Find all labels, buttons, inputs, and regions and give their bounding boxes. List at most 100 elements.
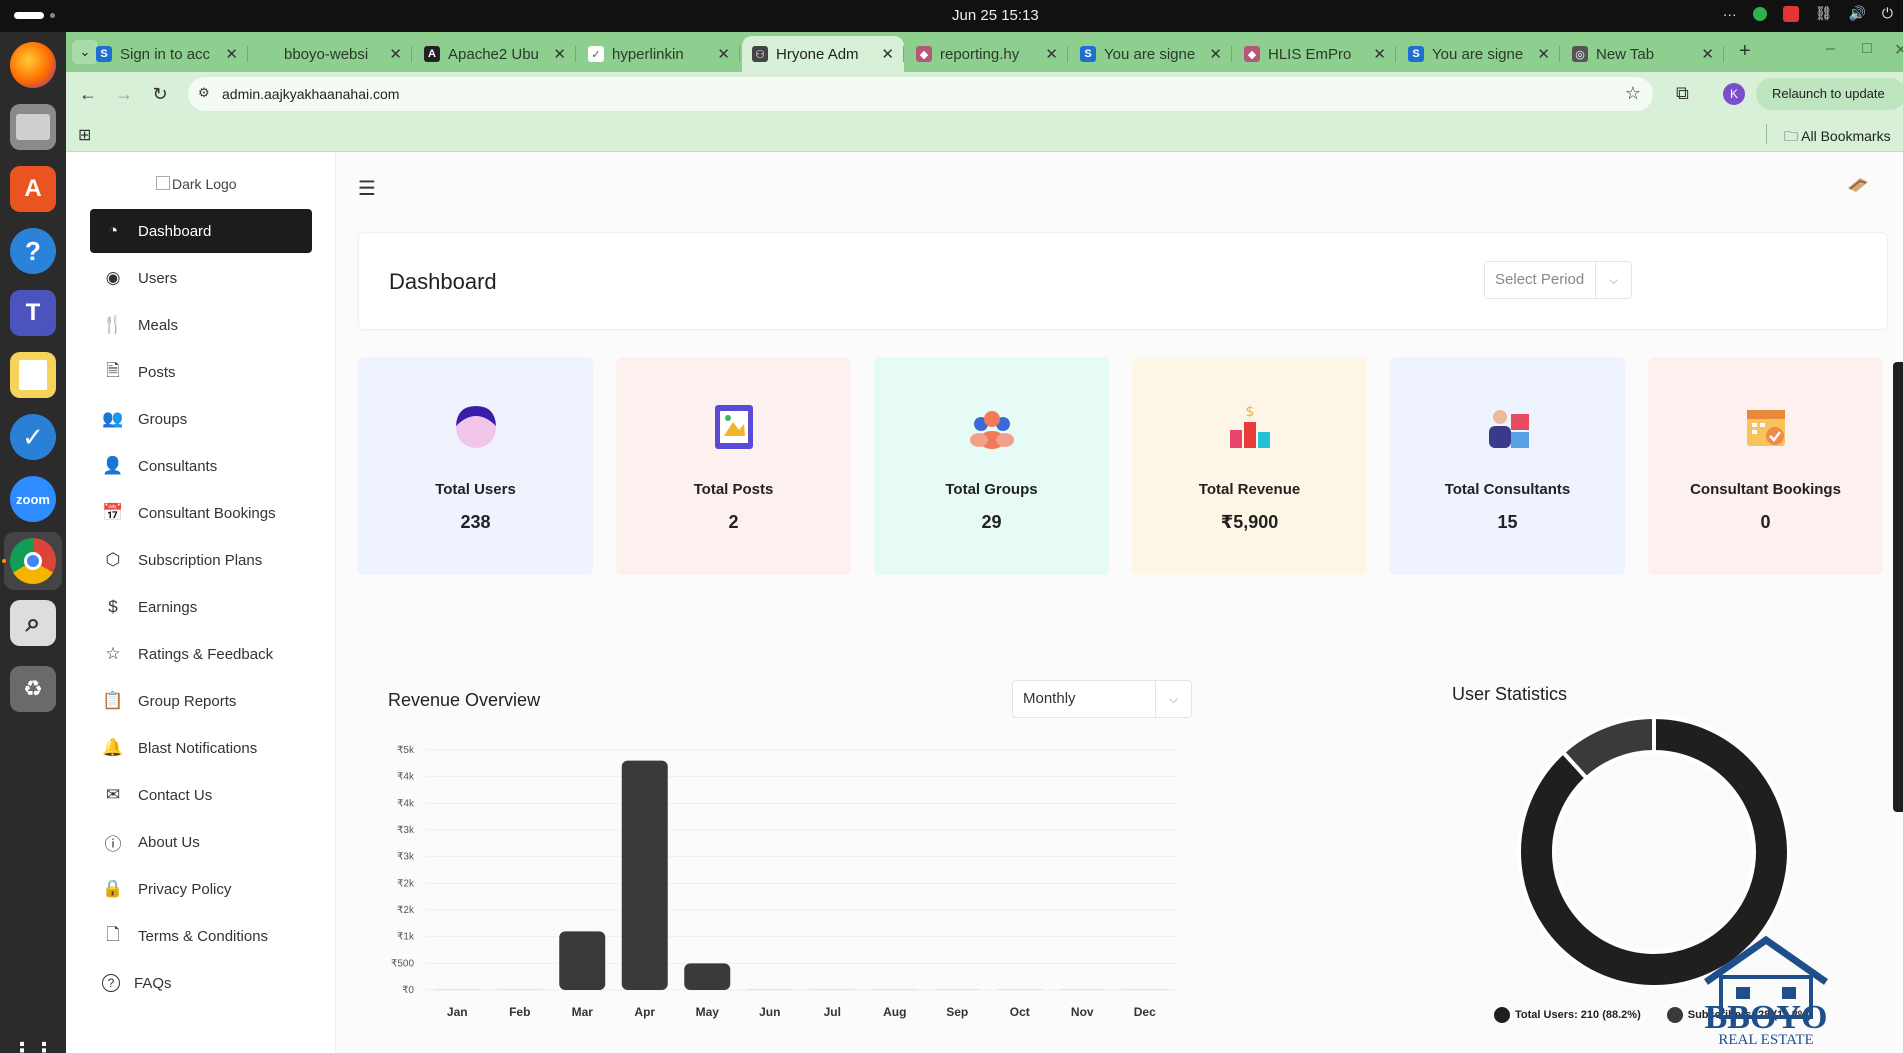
bar-mar[interactable]: [559, 931, 606, 990]
stat-card[interactable]: Consultant Bookings 0: [1648, 357, 1883, 575]
select-period-dropdown[interactable]: Select Period ⌵: [1484, 261, 1632, 299]
bar-apr[interactable]: [621, 760, 668, 990]
sidebar-item-consultants[interactable]: 👤 Consultants: [90, 444, 312, 488]
firefox-icon[interactable]: [10, 42, 56, 88]
extensions-icon[interactable]: ⧉: [1676, 83, 1689, 104]
teams-icon[interactable]: T: [10, 290, 56, 336]
back-icon[interactable]: ←: [76, 82, 100, 106]
browser-tab[interactable]: bboyo-websi ✕: [250, 36, 412, 72]
network-icon[interactable]: ⛓: [1815, 5, 1833, 22]
browser-tab[interactable]: A Apache2 Ubu ✕: [414, 36, 576, 72]
minimize-icon[interactable]: –: [1826, 40, 1835, 58]
tab-close-icon[interactable]: ✕: [225, 45, 238, 63]
dark-logo[interactable]: Dark Logo: [156, 176, 237, 192]
sidebar-item-subscription-plans[interactable]: ⬡ Subscription Plans: [90, 538, 312, 582]
bar-jul[interactable]: [809, 989, 856, 990]
relaunch-button[interactable]: Relaunch to update: [1756, 78, 1903, 110]
sidebar-item-about-us[interactable]: ⓘ About Us: [90, 820, 312, 864]
stat-card[interactable]: Total Consultants 15: [1390, 357, 1625, 575]
sidebar-item-meals[interactable]: 🍴 Meals: [90, 303, 312, 347]
sidebar-item-consultant-bookings[interactable]: 📅 Consultant Bookings: [90, 491, 312, 535]
show-apps-icon[interactable]: ⋮⋮: [10, 1028, 56, 1053]
power-icon[interactable]: ⏻: [1882, 5, 1893, 22]
browser-tab[interactable]: S Sign in to acc ✕: [86, 36, 248, 72]
record-icon[interactable]: [1782, 5, 1799, 22]
new-tab-button[interactable]: +: [1739, 40, 1751, 63]
user-avatar-icon[interactable]: [1846, 174, 1870, 194]
tab-close-icon[interactable]: ✕: [1373, 45, 1386, 63]
bar-aug[interactable]: [871, 989, 918, 990]
stat-card[interactable]: Total Users 238: [358, 357, 593, 575]
forward-icon[interactable]: →: [112, 82, 136, 106]
site-info-icon[interactable]: ⚙: [198, 85, 216, 103]
tab-close-icon[interactable]: ✕: [1537, 45, 1550, 63]
bar-dec[interactable]: [1121, 989, 1168, 990]
tasks-icon[interactable]: ✓: [10, 414, 56, 460]
sidebar-item-earnings[interactable]: $ Earnings: [90, 585, 312, 629]
apps-grid-icon[interactable]: ⊞: [78, 125, 91, 145]
bar-feb[interactable]: [496, 989, 543, 990]
browser-tab[interactable]: ✓ hyperlinkin ✕: [578, 36, 740, 72]
sidebar-item-privacy-policy[interactable]: 🔒 Privacy Policy: [90, 867, 312, 911]
zoom-icon[interactable]: zoom: [10, 476, 56, 522]
url-text[interactable]: admin.aajkyakhaanahai.com: [222, 86, 399, 102]
trash-icon[interactable]: ♻: [10, 666, 56, 712]
sidebar-item-users[interactable]: ◉ Users: [90, 256, 312, 300]
stat-card[interactable]: Total Posts 2: [616, 357, 851, 575]
sidebar-item-groups[interactable]: 👥 Groups: [90, 397, 312, 441]
sidebar-item-ratings-feedback[interactable]: ☆ Ratings & Feedback: [90, 632, 312, 676]
sidebar-item-terms-conditions[interactable]: 🗋 Terms & Conditions: [90, 914, 312, 958]
tab-close-icon[interactable]: ✕: [881, 45, 894, 63]
bar-jan[interactable]: [434, 989, 481, 990]
profile-avatar[interactable]: K: [1723, 83, 1745, 105]
sidebar-item-dashboard[interactable]: ◔ Dashboard: [90, 209, 312, 253]
tab-close-icon[interactable]: ✕: [1045, 45, 1058, 63]
search-icon[interactable]: ⌕: [10, 600, 56, 646]
app-center-icon[interactable]: A: [10, 166, 56, 212]
bar-may[interactable]: [684, 963, 731, 990]
close-window-icon[interactable]: ✕: [1894, 40, 1903, 60]
bookmark-star-icon[interactable]: ☆: [1625, 83, 1641, 104]
more-icon[interactable]: ···: [1723, 6, 1737, 22]
browser-tab[interactable]: ⚇ Hryone Adm ✕: [742, 36, 904, 72]
clock[interactable]: Jun 25 15:13: [952, 7, 1039, 24]
tab-close-icon[interactable]: ✕: [1701, 45, 1714, 63]
volume-icon[interactable]: 🔊: [1848, 5, 1865, 22]
browser-tab[interactable]: ◆ HLIS EmPro ✕: [1234, 36, 1396, 72]
tab-close-icon[interactable]: ✕: [1209, 45, 1222, 63]
browser-tab[interactable]: S You are signe ✕: [1070, 36, 1232, 72]
stat-card[interactable]: Total Groups 29: [874, 357, 1109, 575]
tab-close-icon[interactable]: ✕: [389, 45, 402, 63]
stat-card[interactable]: $ Total Revenue ₹5,900: [1132, 357, 1367, 575]
sidebar-item-group-reports[interactable]: 📋 Group Reports: [90, 679, 312, 723]
address-bar[interactable]: ⚙ admin.aajkyakhaanahai.com ☆: [188, 77, 1653, 111]
bar-nov[interactable]: [1059, 989, 1106, 990]
sidebar-item-faqs[interactable]: ? FAQs: [90, 961, 312, 1005]
bar-oct[interactable]: [996, 989, 1043, 990]
text-editor-icon[interactable]: [10, 352, 56, 398]
legend-item[interactable]: Total Users: 210 (88.2%): [1494, 1007, 1641, 1023]
files-icon[interactable]: [10, 104, 56, 150]
donut-slice-1[interactable]: [1560, 714, 1656, 781]
system-tray[interactable]: ··· ⛓ 🔊 ⏻: [1723, 5, 1893, 22]
tab-close-icon[interactable]: ✕: [717, 45, 730, 63]
all-bookmarks-button[interactable]: 🗀 All Bookmarks: [1784, 126, 1891, 150]
reload-icon[interactable]: ↻: [148, 82, 172, 106]
side-drawer-handle[interactable]: [1893, 362, 1903, 812]
browser-tab[interactable]: ◎ New Tab ✕: [1562, 36, 1724, 72]
chrome-icon[interactable]: [10, 538, 56, 584]
tab-close-icon[interactable]: ✕: [553, 45, 566, 63]
bar-sep[interactable]: [934, 989, 981, 990]
sidebar-item-posts[interactable]: 🗎 Posts: [90, 350, 312, 394]
bar-jun[interactable]: [746, 989, 793, 990]
sidebar-item-blast-notifications[interactable]: 🔔 Blast Notifications: [90, 726, 312, 770]
activities-button[interactable]: [14, 12, 55, 19]
browser-tab[interactable]: ◆ reporting.hy ✕: [906, 36, 1068, 72]
hamburger-menu-icon[interactable]: ☰: [358, 176, 376, 201]
shield-icon[interactable]: [1752, 6, 1767, 21]
maximize-icon[interactable]: □: [1862, 40, 1872, 58]
sidebar-item-contact-us[interactable]: ✉ Contact Us: [90, 773, 312, 817]
help-icon[interactable]: ?: [10, 228, 56, 274]
revenue-period-dropdown[interactable]: Monthly ⌵: [1012, 680, 1192, 718]
browser-tab[interactable]: S You are signe ✕: [1398, 36, 1560, 72]
